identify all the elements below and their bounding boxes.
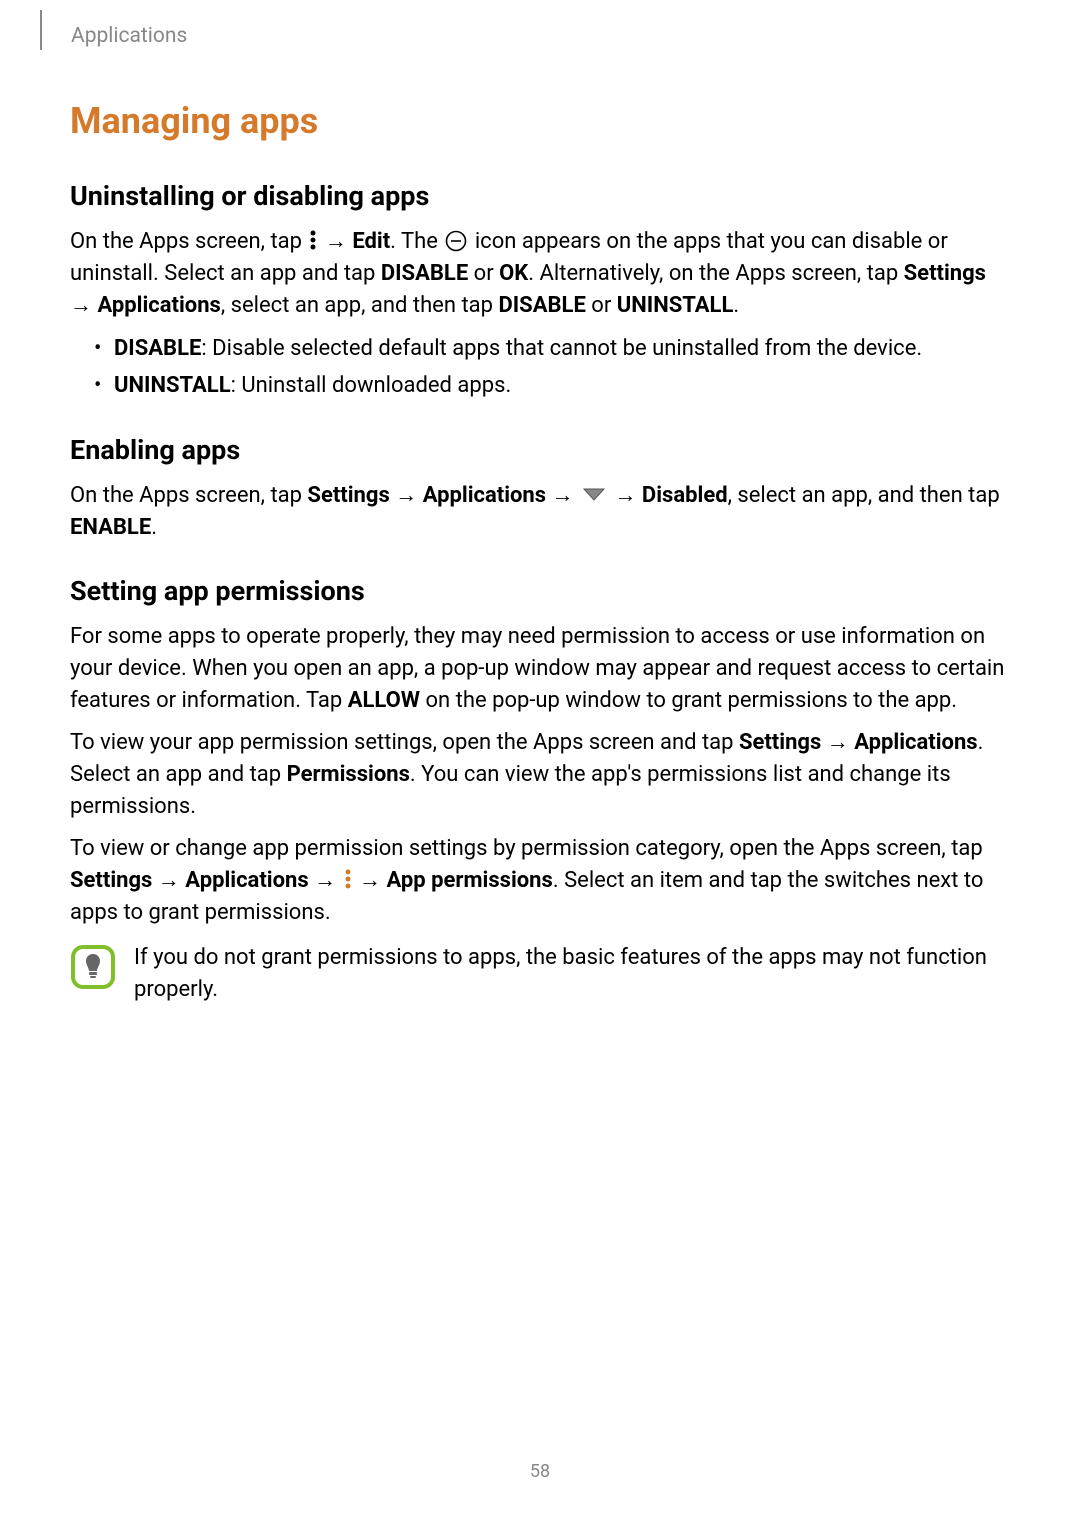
section1-paragraph: On the Apps screen, tap → Edit. The icon…	[70, 226, 1010, 322]
section3-paragraph3: To view or change app permission setting…	[70, 833, 1010, 929]
arrow: →	[546, 483, 579, 508]
text: .	[733, 293, 739, 318]
text: , select an app, and then tap	[728, 483, 1000, 508]
minus-circle-icon	[445, 230, 467, 252]
breadcrumb: Applications	[71, 10, 187, 48]
arrow: →	[70, 293, 97, 318]
bullet-list: DISABLE: Disable selected default apps t…	[70, 332, 1010, 402]
text: : Disable selected default apps that can…	[201, 336, 922, 361]
text: or	[586, 293, 617, 318]
arrow: →	[821, 730, 854, 755]
arrow: →	[354, 868, 387, 893]
text: .	[151, 515, 157, 540]
more-icon	[309, 229, 317, 251]
ok-label: OK	[499, 261, 528, 286]
more-icon	[344, 868, 352, 890]
section-heading-uninstalling: Uninstalling or disabling apps	[70, 180, 1010, 212]
text: To view or change app permission setting…	[70, 836, 983, 861]
text: on the pop-up window to grant permission…	[420, 688, 957, 713]
header-divider	[40, 10, 42, 50]
text: : Uninstall downloaded apps.	[231, 373, 512, 398]
text: , select an app, and then tap	[221, 293, 499, 318]
disable-label: DISABLE	[498, 293, 585, 318]
text: . The	[390, 229, 443, 254]
uninstall-term: UNINSTALL	[114, 373, 231, 398]
permissions-label: Permissions	[287, 762, 410, 787]
text: On the Apps screen, tap	[70, 229, 307, 254]
arrow: →	[390, 483, 423, 508]
settings-label: Settings	[739, 730, 821, 755]
enable-label: ENABLE	[70, 515, 151, 540]
note-icon	[70, 944, 116, 990]
main-heading: Managing apps	[70, 100, 1010, 142]
text: To view your app permission settings, op…	[70, 730, 739, 755]
section3-paragraph1: For some apps to operate properly, they …	[70, 621, 1010, 717]
settings-label: Settings	[70, 868, 152, 893]
applications-label: Applications	[185, 868, 308, 893]
app-permissions-label: App permissions	[387, 868, 553, 893]
dropdown-icon	[583, 488, 605, 501]
section-heading-enabling: Enabling apps	[70, 434, 1010, 466]
page-header: Applications	[40, 10, 187, 55]
section3-paragraph2: To view your app permission settings, op…	[70, 727, 1010, 823]
text: or	[468, 261, 499, 286]
section2-paragraph: On the Apps screen, tap Settings → Appli…	[70, 480, 1010, 544]
disable-term: DISABLE	[114, 336, 201, 361]
text: →	[319, 229, 352, 254]
edit-label: Edit	[352, 229, 390, 254]
note-block: If you do not grant permissions to apps,…	[70, 942, 1010, 1006]
disabled-label: Disabled	[642, 483, 728, 508]
applications-label: Applications	[97, 293, 220, 318]
page-number: 58	[0, 1461, 1080, 1482]
arrow: →	[609, 483, 642, 508]
list-item: DISABLE: Disable selected default apps t…	[70, 332, 1010, 365]
settings-label: Settings	[904, 261, 986, 286]
arrow: →	[309, 868, 342, 893]
page-content: Managing apps Uninstalling or disabling …	[70, 100, 1010, 1006]
allow-label: ALLOW	[348, 688, 420, 713]
text: On the Apps screen, tap	[70, 483, 307, 508]
applications-label: Applications	[854, 730, 977, 755]
uninstall-label: UNINSTALL	[617, 293, 734, 318]
applications-label: Applications	[423, 483, 546, 508]
note-text: If you do not grant permissions to apps,…	[134, 942, 1010, 1006]
section-heading-permissions: Setting app permissions	[70, 575, 1010, 607]
list-item: UNINSTALL: Uninstall downloaded apps.	[70, 369, 1010, 402]
disable-label: DISABLE	[381, 261, 468, 286]
arrow: →	[152, 868, 185, 893]
text: . Alternatively, on the Apps screen, tap	[528, 261, 903, 286]
settings-label: Settings	[307, 483, 389, 508]
